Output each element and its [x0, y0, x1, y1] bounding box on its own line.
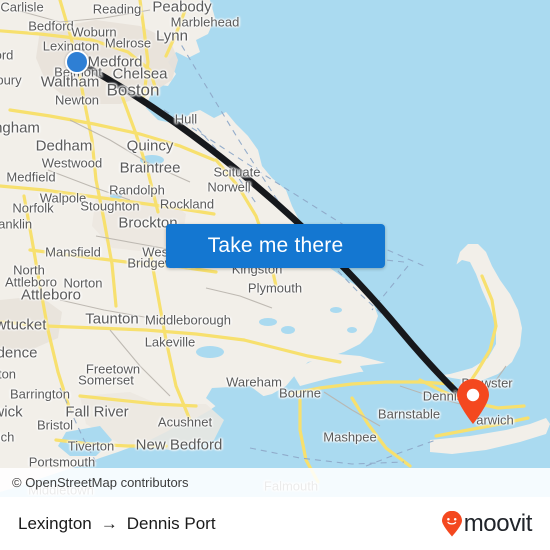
moovit-pin-icon	[441, 510, 462, 536]
route-arrow-icon: →	[100, 513, 118, 533]
footer-bar: Lexington → Dennis Port moovit	[0, 497, 550, 550]
origin-marker-lexington[interactable]	[65, 50, 89, 74]
map-pin-icon	[457, 379, 489, 424]
moovit-route-map-card: Carlisle Bedford Reading Peabody Marblehead W…	[0, 0, 550, 550]
take-me-there-button[interactable]: Take me there	[166, 224, 385, 268]
route-summary: Lexington → Dennis Port	[18, 514, 216, 534]
osm-attribution-text[interactable]: © OpenStreetMap contributors	[0, 475, 189, 490]
moovit-logo[interactable]: moovit	[441, 510, 532, 538]
route-origin-label: Lexington	[18, 513, 92, 533]
destination-marker-dennis-port[interactable]	[456, 379, 490, 430]
route-destination-label: Dennis Port	[126, 513, 216, 533]
map-attribution-bar: © OpenStreetMap contributors	[0, 468, 550, 497]
moovit-wordmark: moovit	[463, 509, 533, 537]
map-canvas[interactable]: Carlisle Bedford Reading Peabody Marblehead W…	[0, 0, 550, 497]
